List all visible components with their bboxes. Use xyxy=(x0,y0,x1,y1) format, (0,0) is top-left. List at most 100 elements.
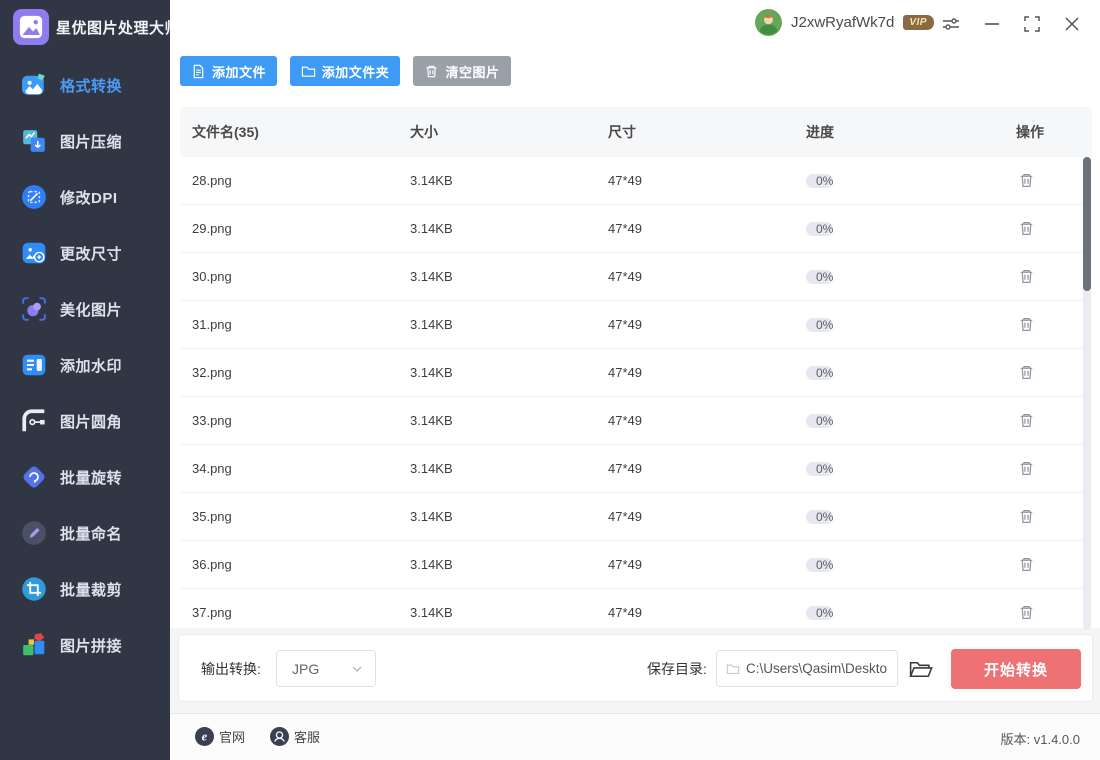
table-row: 30.png 3.14KB 47*49 0% xyxy=(180,253,1092,301)
sidebar-item[interactable]: 图片压缩 xyxy=(0,113,170,169)
cell-filename: 34.png xyxy=(180,461,410,476)
vip-badge: VIP xyxy=(903,15,934,30)
cell-dimensions: 47*49 xyxy=(608,605,806,620)
output-format-select[interactable]: JPG xyxy=(276,650,376,687)
table-row: 36.png 3.14KB 47*49 0% xyxy=(180,541,1092,589)
col-size: 大小 xyxy=(410,122,608,142)
delete-row-icon[interactable] xyxy=(1016,267,1036,287)
sidebar-item[interactable]: 批量命名 xyxy=(0,505,170,561)
sidebar-item[interactable]: 修改DPI xyxy=(0,169,170,225)
svg-text:e: e xyxy=(202,730,208,744)
cell-filename: 31.png xyxy=(180,317,410,332)
footer: e 官网 客服 版本: v1.4.0.0 xyxy=(170,713,1100,760)
user-avatar xyxy=(755,9,782,36)
close-button[interactable] xyxy=(1061,13,1083,35)
cell-filename: 36.png xyxy=(180,557,410,572)
sidebar-item[interactable]: 图片圆角 xyxy=(0,393,170,449)
table-row: 28.png 3.14KB 47*49 0% xyxy=(180,157,1092,205)
progress-bar: 0% xyxy=(806,222,833,236)
progress-bar: 0% xyxy=(806,510,833,524)
cell-size: 3.14KB xyxy=(410,413,608,428)
col-filename: 文件名(35) xyxy=(180,122,410,142)
folder-small-icon xyxy=(726,662,740,676)
cell-filename: 30.png xyxy=(180,269,410,284)
settings-sliders-icon[interactable] xyxy=(940,13,962,35)
version-text: 版本: v1.4.0.0 xyxy=(1001,729,1080,748)
app-logo-icon xyxy=(13,9,49,45)
cell-filename: 37.png xyxy=(180,605,410,620)
trash-icon xyxy=(424,64,439,79)
delete-row-icon[interactable] xyxy=(1016,411,1036,431)
sidebar-item[interactable]: 格式转换 xyxy=(0,57,170,113)
chevron-down-icon xyxy=(351,663,363,675)
user-account-chip[interactable]: J2xwRyafWk7d VIP xyxy=(755,9,934,36)
cell-dimensions: 47*49 xyxy=(608,365,806,380)
toolbar: 添加文件 添加文件夹 清空图片 xyxy=(170,56,1100,86)
cell-filename: 33.png xyxy=(180,413,410,428)
cell-size: 3.14KB xyxy=(410,605,608,620)
add-file-button[interactable]: 添加文件 xyxy=(180,56,277,86)
progress-bar: 0% xyxy=(806,366,833,380)
start-convert-button[interactable]: 开始转换 xyxy=(951,649,1081,689)
main-content: J2xwRyafWk7d VIP 添加文件 xyxy=(170,0,1100,760)
image-stitch-icon xyxy=(21,632,47,658)
support-icon xyxy=(270,727,289,746)
delete-row-icon[interactable] xyxy=(1016,363,1036,383)
file-icon xyxy=(191,64,206,79)
cell-size: 3.14KB xyxy=(410,173,608,188)
cell-dimensions: 47*49 xyxy=(608,557,806,572)
delete-row-icon[interactable] xyxy=(1016,219,1036,239)
delete-row-icon[interactable] xyxy=(1016,315,1036,335)
cell-size: 3.14KB xyxy=(410,365,608,380)
website-label: 官网 xyxy=(219,727,245,746)
delete-row-icon[interactable] xyxy=(1016,171,1036,191)
sidebar-item[interactable]: 批量旋转 xyxy=(0,449,170,505)
delete-row-icon[interactable] xyxy=(1016,507,1036,527)
progress-bar: 0% xyxy=(806,606,833,620)
scrollbar-track[interactable] xyxy=(1083,157,1091,630)
cell-dimensions: 47*49 xyxy=(608,269,806,284)
add-file-label: 添加文件 xyxy=(212,62,266,81)
progress-bar: 0% xyxy=(806,414,833,428)
customer-support-link[interactable]: 客服 xyxy=(270,727,320,746)
support-label: 客服 xyxy=(294,727,320,746)
cell-dimensions: 47*49 xyxy=(608,221,806,236)
table-row: 31.png 3.14KB 47*49 0% xyxy=(180,301,1092,349)
add-folder-button[interactable]: 添加文件夹 xyxy=(290,56,400,86)
table-row: 29.png 3.14KB 47*49 0% xyxy=(180,205,1092,253)
cell-filename: 29.png xyxy=(180,221,410,236)
sidebar-item[interactable]: 更改尺寸 xyxy=(0,225,170,281)
delete-row-icon[interactable] xyxy=(1016,603,1036,623)
progress-bar: 0% xyxy=(806,558,833,572)
file-table: 文件名(35) 大小 尺寸 进度 操作 28.png 3.14KB 47*49 … xyxy=(180,107,1092,628)
col-actions: 操作 xyxy=(1008,122,1092,142)
table-body: 28.png 3.14KB 47*49 0% 29.png 3.14KB 47*… xyxy=(180,157,1092,628)
minimize-button[interactable] xyxy=(981,13,1003,35)
clear-images-button[interactable]: 清空图片 xyxy=(413,56,511,86)
official-website-link[interactable]: e 官网 xyxy=(195,727,245,746)
save-directory-field xyxy=(716,650,898,687)
table-row: 32.png 3.14KB 47*49 0% xyxy=(180,349,1092,397)
conversion-panel: 输出转换: JPG 保存目录: 开始转换 xyxy=(178,634,1093,702)
folder-open-icon xyxy=(908,657,933,682)
clear-images-label: 清空图片 xyxy=(445,62,499,81)
maximize-button[interactable] xyxy=(1021,13,1043,35)
sidebar-item[interactable]: 添加水印 xyxy=(0,337,170,393)
sidebar-item[interactable]: 美化图片 xyxy=(0,281,170,337)
browse-folder-button[interactable] xyxy=(907,656,934,683)
cell-filename: 32.png xyxy=(180,365,410,380)
folder-icon xyxy=(301,64,316,79)
scrollbar-thumb[interactable] xyxy=(1083,157,1091,291)
batch-rotate-icon xyxy=(21,464,47,490)
sidebar-item[interactable]: 图片拼接 xyxy=(0,617,170,673)
cell-dimensions: 47*49 xyxy=(608,461,806,476)
sidebar-item[interactable]: 批量裁剪 xyxy=(0,561,170,617)
delete-row-icon[interactable] xyxy=(1016,459,1036,479)
website-icon: e xyxy=(195,727,214,746)
table-row: 34.png 3.14KB 47*49 0% xyxy=(180,445,1092,493)
progress-bar: 0% xyxy=(806,270,833,284)
delete-row-icon[interactable] xyxy=(1016,555,1036,575)
save-directory-input[interactable] xyxy=(746,661,896,676)
table-row: 37.png 3.14KB 47*49 0% xyxy=(180,589,1092,628)
username: J2xwRyafWk7d xyxy=(791,14,894,31)
